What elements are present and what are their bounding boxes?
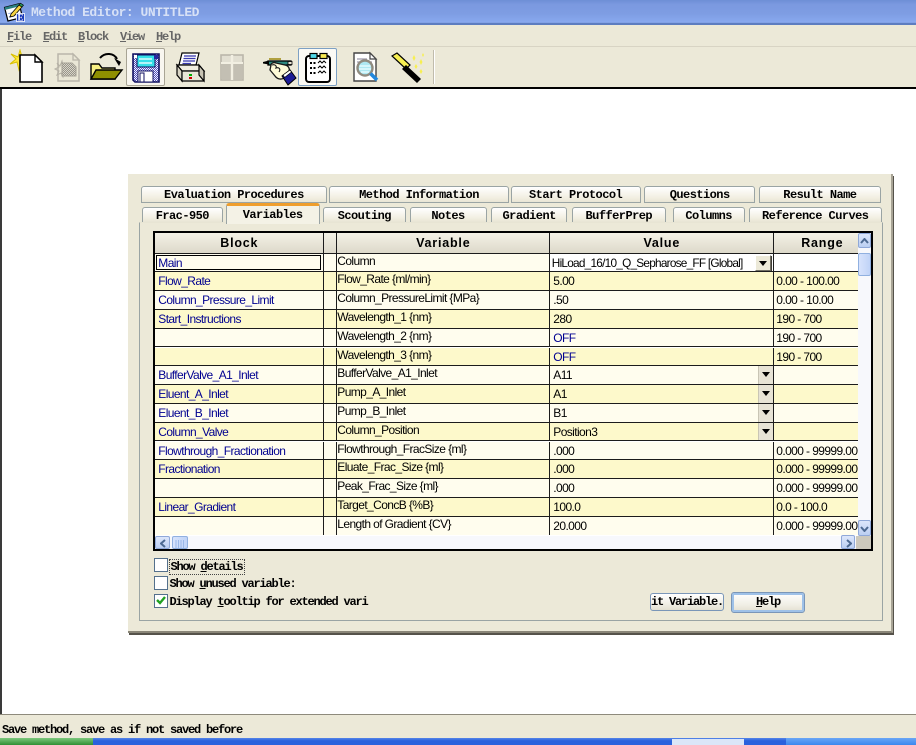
svg-text:E: E [17, 13, 23, 23]
